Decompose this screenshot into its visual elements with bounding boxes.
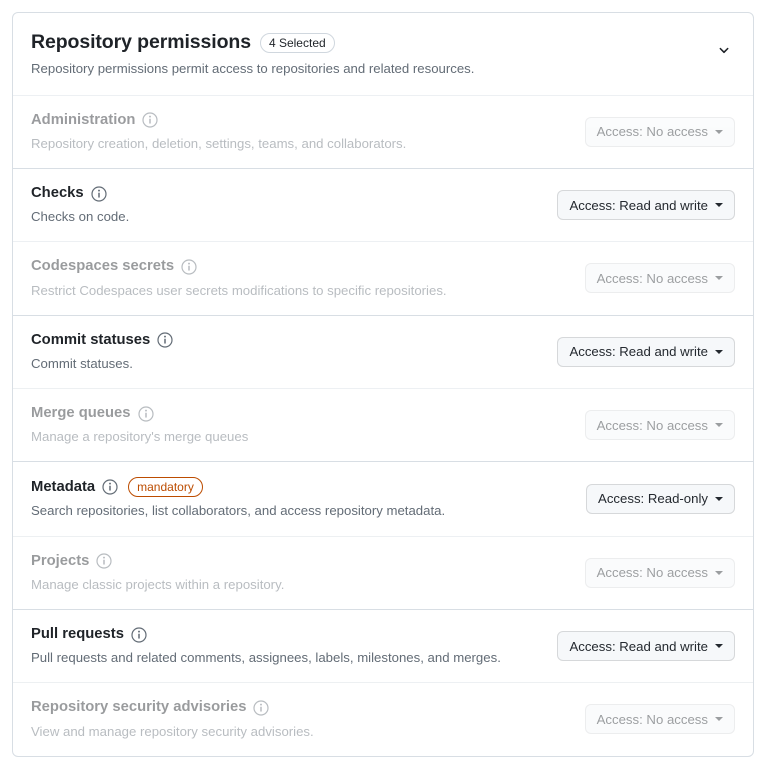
permission-description: Search repositories, list collaborators,… (31, 503, 446, 519)
permission-title-line: Projects (31, 552, 284, 571)
permission-name: Codespaces secrets (31, 258, 175, 275)
permission-info: Metadata mandatory Search repositories, … (31, 477, 445, 520)
access-dropdown-button[interactable]: Access: No access (584, 410, 735, 441)
permission-description: Manage classic projects within a reposit… (31, 576, 285, 592)
caret-down-icon (715, 129, 723, 134)
chevron-down-icon (717, 43, 731, 57)
permission-name: Repository security advisories (31, 699, 247, 716)
caret-down-icon (715, 203, 723, 208)
info-icon[interactable] (137, 406, 154, 422)
access-dropdown-label: Access: No access (596, 417, 708, 433)
permission-description: Repository creation, deletion, settings,… (31, 135, 407, 151)
permission-info: Projects Manage classic projects within … (31, 552, 284, 594)
permission-row-merge-queues: Merge queues Manage a repository's merge… (13, 388, 753, 461)
permission-title-line: Metadata mandatory (31, 477, 445, 498)
caret-down-icon (715, 496, 723, 501)
permission-description: Restrict Codespaces user secrets modific… (31, 282, 447, 298)
repository-permissions-panel: Repository permissions 4 Selected Reposi… (12, 12, 754, 757)
permission-info: Repository security advisories View and … (31, 698, 314, 740)
permission-title-line: Repository security advisories (31, 698, 314, 717)
permission-title-line: Pull requests (31, 625, 501, 644)
permission-description: Checks on code. (31, 209, 130, 225)
permissions-list: Administration Repository creation, dele… (13, 94, 753, 756)
permission-row-codespaces-secrets: Codespaces secrets Restrict Codespaces u… (13, 241, 753, 314)
caret-down-icon (715, 276, 723, 281)
permission-name: Checks (31, 184, 84, 201)
caret-down-icon (715, 717, 723, 722)
access-dropdown-button[interactable]: Access: No access (584, 704, 735, 735)
access-dropdown-label: Access: No access (596, 711, 708, 727)
access-dropdown-button[interactable]: Access: No access (584, 557, 735, 588)
access-dropdown-button[interactable]: Access: No access (584, 263, 735, 294)
panel-description: Repository permissions permit access to … (31, 61, 475, 77)
caret-down-icon (715, 423, 723, 428)
permission-name: Commit statuses (31, 331, 151, 348)
permission-row-checks: Checks Checks on code. Access: Read and … (13, 167, 753, 241)
permission-name: Merge queues (31, 405, 131, 422)
permission-name: Administration (31, 111, 136, 128)
access-dropdown-button[interactable]: Access: No access (584, 116, 735, 147)
caret-down-icon (715, 570, 723, 575)
info-icon[interactable] (91, 185, 107, 202)
permission-info: Administration Repository creation, dele… (31, 111, 406, 153)
info-icon[interactable] (142, 112, 159, 128)
permission-row-administration: Administration Repository creation, dele… (13, 94, 753, 168)
permission-description: Pull requests and related comments, assi… (31, 650, 501, 666)
info-icon[interactable] (131, 626, 147, 643)
permission-description: View and manage repository security advi… (31, 723, 314, 739)
panel-header: Repository permissions 4 Selected Reposi… (13, 13, 753, 95)
mandatory-badge: mandatory (128, 477, 203, 498)
access-dropdown-label: Access: No access (596, 124, 708, 140)
permission-info: Merge queues Manage a repository's merge… (31, 404, 248, 446)
permission-description: Commit statuses. (31, 355, 133, 371)
permission-title-line: Checks (31, 184, 129, 203)
selected-counter-badge: 4 Selected (259, 32, 335, 53)
access-dropdown-label: Access: Read-only (598, 491, 708, 507)
permission-info: Commit statuses Commit statuses. (31, 331, 173, 373)
access-dropdown-label: Access: Read and write (569, 638, 708, 654)
access-dropdown-button[interactable]: Access: Read-only (586, 483, 735, 514)
info-icon[interactable] (253, 700, 270, 716)
permission-title-line: Administration (31, 111, 406, 130)
access-dropdown-button[interactable]: Access: Read and write (557, 190, 735, 221)
info-icon[interactable] (96, 553, 113, 569)
caret-down-icon (715, 644, 723, 649)
permission-name: Pull requests (31, 625, 124, 642)
permission-row-pull-requests: Pull requests Pull requests and related … (13, 608, 753, 682)
access-dropdown-label: Access: Read and write (569, 344, 708, 360)
access-dropdown-button[interactable]: Access: Read and write (557, 631, 735, 662)
permission-row-projects: Projects Manage classic projects within … (13, 535, 753, 609)
access-dropdown-label: Access: No access (596, 270, 708, 286)
permission-info: Codespaces secrets Restrict Codespaces u… (31, 257, 447, 299)
caret-down-icon (715, 349, 723, 354)
header-title-line: Repository permissions 4 Selected (31, 31, 735, 54)
permission-row-commit-statuses: Commit statuses Commit statuses. Access:… (13, 314, 753, 388)
permission-info: Pull requests Pull requests and related … (31, 625, 501, 667)
permission-title-line: Commit statuses (31, 331, 173, 350)
access-dropdown-label: Access: Read and write (569, 197, 708, 213)
permission-row-repository-security-advisories: Repository security advisories View and … (13, 682, 753, 755)
access-dropdown-button[interactable]: Access: Read and write (557, 336, 735, 367)
page-title: Repository permissions (31, 31, 251, 53)
permission-name: Metadata (31, 478, 96, 495)
permission-name: Projects (31, 552, 90, 569)
info-icon[interactable] (181, 259, 197, 275)
permission-row-metadata: Metadata mandatory Search repositories, … (13, 461, 753, 535)
info-icon[interactable] (102, 479, 118, 496)
permission-description: Manage a repository's merge queues (31, 429, 249, 445)
access-dropdown-label: Access: No access (596, 565, 708, 581)
collapse-toggle-button[interactable] (713, 39, 735, 61)
info-icon[interactable] (157, 332, 173, 348)
permission-info: Checks Checks on code. (31, 184, 129, 226)
permission-title-line: Codespaces secrets (31, 257, 447, 276)
permission-title-line: Merge queues (31, 404, 248, 423)
